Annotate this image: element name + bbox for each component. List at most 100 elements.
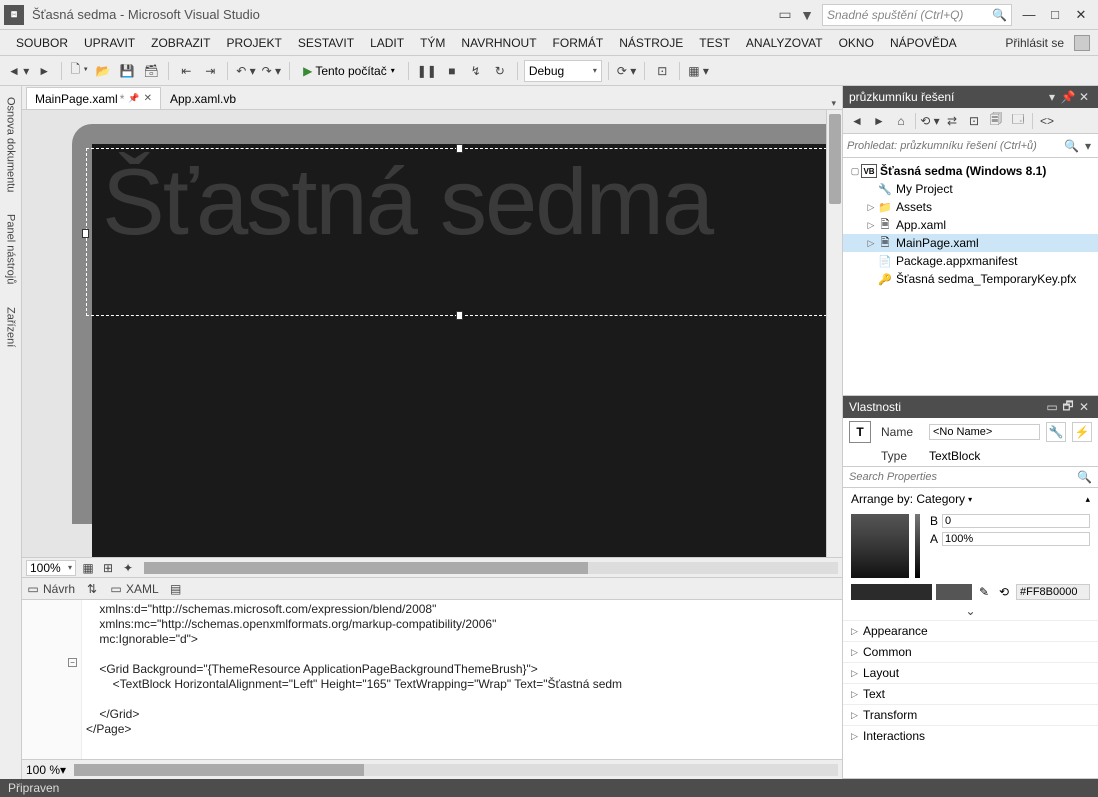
forward-button[interactable]: ► [869, 111, 889, 131]
wrench-button[interactable]: 🔧 [1046, 422, 1066, 442]
close-button[interactable]: ✕ [1068, 4, 1094, 26]
panel-menu-icon[interactable]: ▾ [1044, 89, 1060, 105]
search-icon[interactable]: 🔍 [1061, 139, 1082, 153]
brush-preview[interactable] [851, 514, 909, 578]
category-appearance[interactable]: ▷Appearance [843, 620, 1098, 641]
step-into-button[interactable]: ↯ [465, 60, 487, 82]
search-icon[interactable]: 🔍 [1077, 470, 1092, 484]
brush-a-input[interactable] [942, 532, 1090, 546]
swatch-current[interactable] [851, 584, 932, 600]
grid-icon[interactable]: ▦ [80, 560, 96, 576]
tree-item-manifest[interactable]: 📄 Package.appxmanifest [843, 252, 1098, 270]
code-h-scrollbar[interactable] [74, 764, 838, 776]
tree-item-myproject[interactable]: 🔧 My Project [843, 180, 1098, 198]
panel-close-icon[interactable]: ✕ [1076, 399, 1092, 415]
home-button[interactable]: ⌂ [891, 111, 911, 131]
menu-analyzovat[interactable]: ANALYZOVAT [738, 33, 831, 53]
properties-search-input[interactable] [849, 471, 1077, 483]
scrollbar-thumb[interactable] [829, 114, 841, 204]
layout-button[interactable]: ▦ ▾ [686, 60, 711, 82]
category-transform[interactable]: ▷Transform [843, 704, 1098, 725]
tab-mainpage-xaml[interactable]: MainPage.xaml* 📌 ✕ [26, 87, 161, 109]
properties-search[interactable]: 🔍 [843, 466, 1098, 488]
category-interactions[interactable]: ▷Interactions [843, 725, 1098, 746]
h-scrollbar-thumb[interactable] [144, 562, 588, 574]
menu-okno[interactable]: OKNO [831, 33, 882, 53]
undo-button[interactable]: ↶ ▾ [234, 60, 257, 82]
menu-zobrazit[interactable]: ZOBRAZIT [143, 33, 218, 53]
project-node[interactable]: ▢ VB Šťasná sedma (Windows 8.1) [843, 162, 1098, 180]
effects-icon[interactable]: ✦ [120, 560, 136, 576]
category-text[interactable]: ▷Text [843, 683, 1098, 704]
solution-explorer-header[interactable]: průzkumníku řešení ▾ 📌 ✕ [843, 86, 1098, 108]
resize-handle-n[interactable] [456, 144, 463, 153]
refresh-button[interactable]: ⟳ ▾ [615, 60, 638, 82]
xaml-view-button[interactable]: ▭XAML [109, 582, 159, 596]
menu-napoveda[interactable]: NÁPOVĚDA [882, 33, 965, 53]
expander-icon[interactable]: ▷ [865, 220, 877, 231]
expander-icon[interactable]: ▷ [865, 202, 877, 213]
panel-maximize-icon[interactable]: ▭ [1044, 399, 1060, 415]
split-layout-button[interactable]: ▤ [169, 582, 183, 596]
show-all-button[interactable]: 🗐 [986, 111, 1006, 131]
brush-gradient-strip[interactable] [915, 514, 920, 578]
redo-button[interactable]: ↷ ▾ [260, 60, 283, 82]
stop-button[interactable]: ■ [441, 60, 463, 82]
menu-sestavit[interactable]: SESTAVIT [290, 33, 362, 53]
fold-toggle[interactable]: − [68, 658, 77, 667]
xaml-code-pane[interactable]: − xmlns:d="http://schemas.microsoft.com/… [22, 599, 842, 759]
brush-expand-toggle[interactable]: ⌄ [843, 602, 1098, 620]
save-all-button[interactable]: 🗃 [140, 60, 162, 82]
events-button[interactable]: ⚡ [1072, 422, 1092, 442]
expander-icon[interactable]: ▢ [849, 166, 861, 177]
maximize-button[interactable]: □ [1042, 4, 1068, 26]
solution-search-input[interactable] [847, 140, 1061, 152]
properties-header[interactable]: Vlastnosti ▭ 🗗 ✕ [843, 396, 1098, 418]
solution-search[interactable]: 🔍 ▾ [843, 134, 1098, 158]
menu-ladit[interactable]: LADIT [362, 33, 412, 53]
design-view-button[interactable]: ▭Návrh [26, 582, 75, 596]
design-surface[interactable]: Šťastná sedma [22, 110, 842, 557]
save-button[interactable]: 💾 [116, 60, 138, 82]
sign-in-link[interactable]: Přihlásit se [1005, 36, 1070, 50]
collapse-icon[interactable]: ▴ [1085, 494, 1090, 505]
menu-tym[interactable]: TÝM [412, 33, 453, 53]
expander-icon[interactable]: ▷ [865, 238, 877, 249]
menu-test[interactable]: TEST [691, 33, 738, 53]
minimize-button[interactable]: — [1016, 4, 1042, 26]
code-text[interactable]: xmlns:d="http://schemas.microsoft.com/ex… [82, 600, 842, 759]
search-dropdown-icon[interactable]: ▾ [1082, 139, 1094, 153]
tab-overflow-button[interactable]: ▾ [825, 98, 842, 109]
search-icon[interactable]: 🔍 [992, 8, 1007, 22]
menu-soubor[interactable]: SOUBOR [8, 33, 76, 53]
swap-panes-button[interactable]: ⇅ [85, 582, 99, 596]
brush-hex-input[interactable] [1016, 584, 1090, 600]
avatar-icon[interactable] [1074, 35, 1090, 51]
tree-item-pfx[interactable]: 🔑 Šťasná sedma_TemporaryKey.pfx [843, 270, 1098, 288]
panel-pin-icon[interactable]: 📌 [1060, 89, 1076, 105]
code-zoom-dropdown[interactable]: 100 %▾ [26, 763, 66, 777]
snap-icon[interactable]: ⊞ [100, 560, 116, 576]
code-h-thumb[interactable] [74, 764, 364, 776]
brush-b-input[interactable] [942, 514, 1090, 528]
name-input[interactable] [929, 424, 1040, 440]
reset-brush-icon[interactable]: ⟲ [996, 584, 1012, 600]
refresh-button[interactable]: ⇄ [942, 111, 962, 131]
vertical-scrollbar[interactable] [826, 110, 842, 557]
category-common[interactable]: ▷Common [843, 641, 1098, 662]
find-button[interactable]: ⊡ [651, 60, 673, 82]
menu-projekt[interactable]: PROJEKT [218, 33, 289, 53]
horizontal-scrollbar[interactable] [144, 562, 838, 574]
toolbox-tab[interactable]: Panel nástrojů [2, 207, 20, 291]
notifications-icon[interactable]: ▭ [774, 4, 796, 26]
menu-upravit[interactable]: UPRAVIT [76, 33, 143, 53]
collapse-button[interactable]: ⊡ [964, 111, 984, 131]
quick-launch-input[interactable]: Snadné spuštění (Ctrl+Q) 🔍 [822, 4, 1012, 26]
menu-format[interactable]: FORMÁT [545, 33, 612, 53]
device-tab[interactable]: Zařízení [2, 300, 20, 354]
resize-handle-s[interactable] [456, 311, 463, 320]
outline-tab[interactable]: Osnova dokumentu [2, 90, 20, 199]
close-tab-icon[interactable]: ✕ [144, 93, 152, 104]
menu-nastroje[interactable]: NÁSTROJE [611, 33, 691, 53]
zoom-dropdown[interactable]: 100%▾ [26, 560, 76, 576]
